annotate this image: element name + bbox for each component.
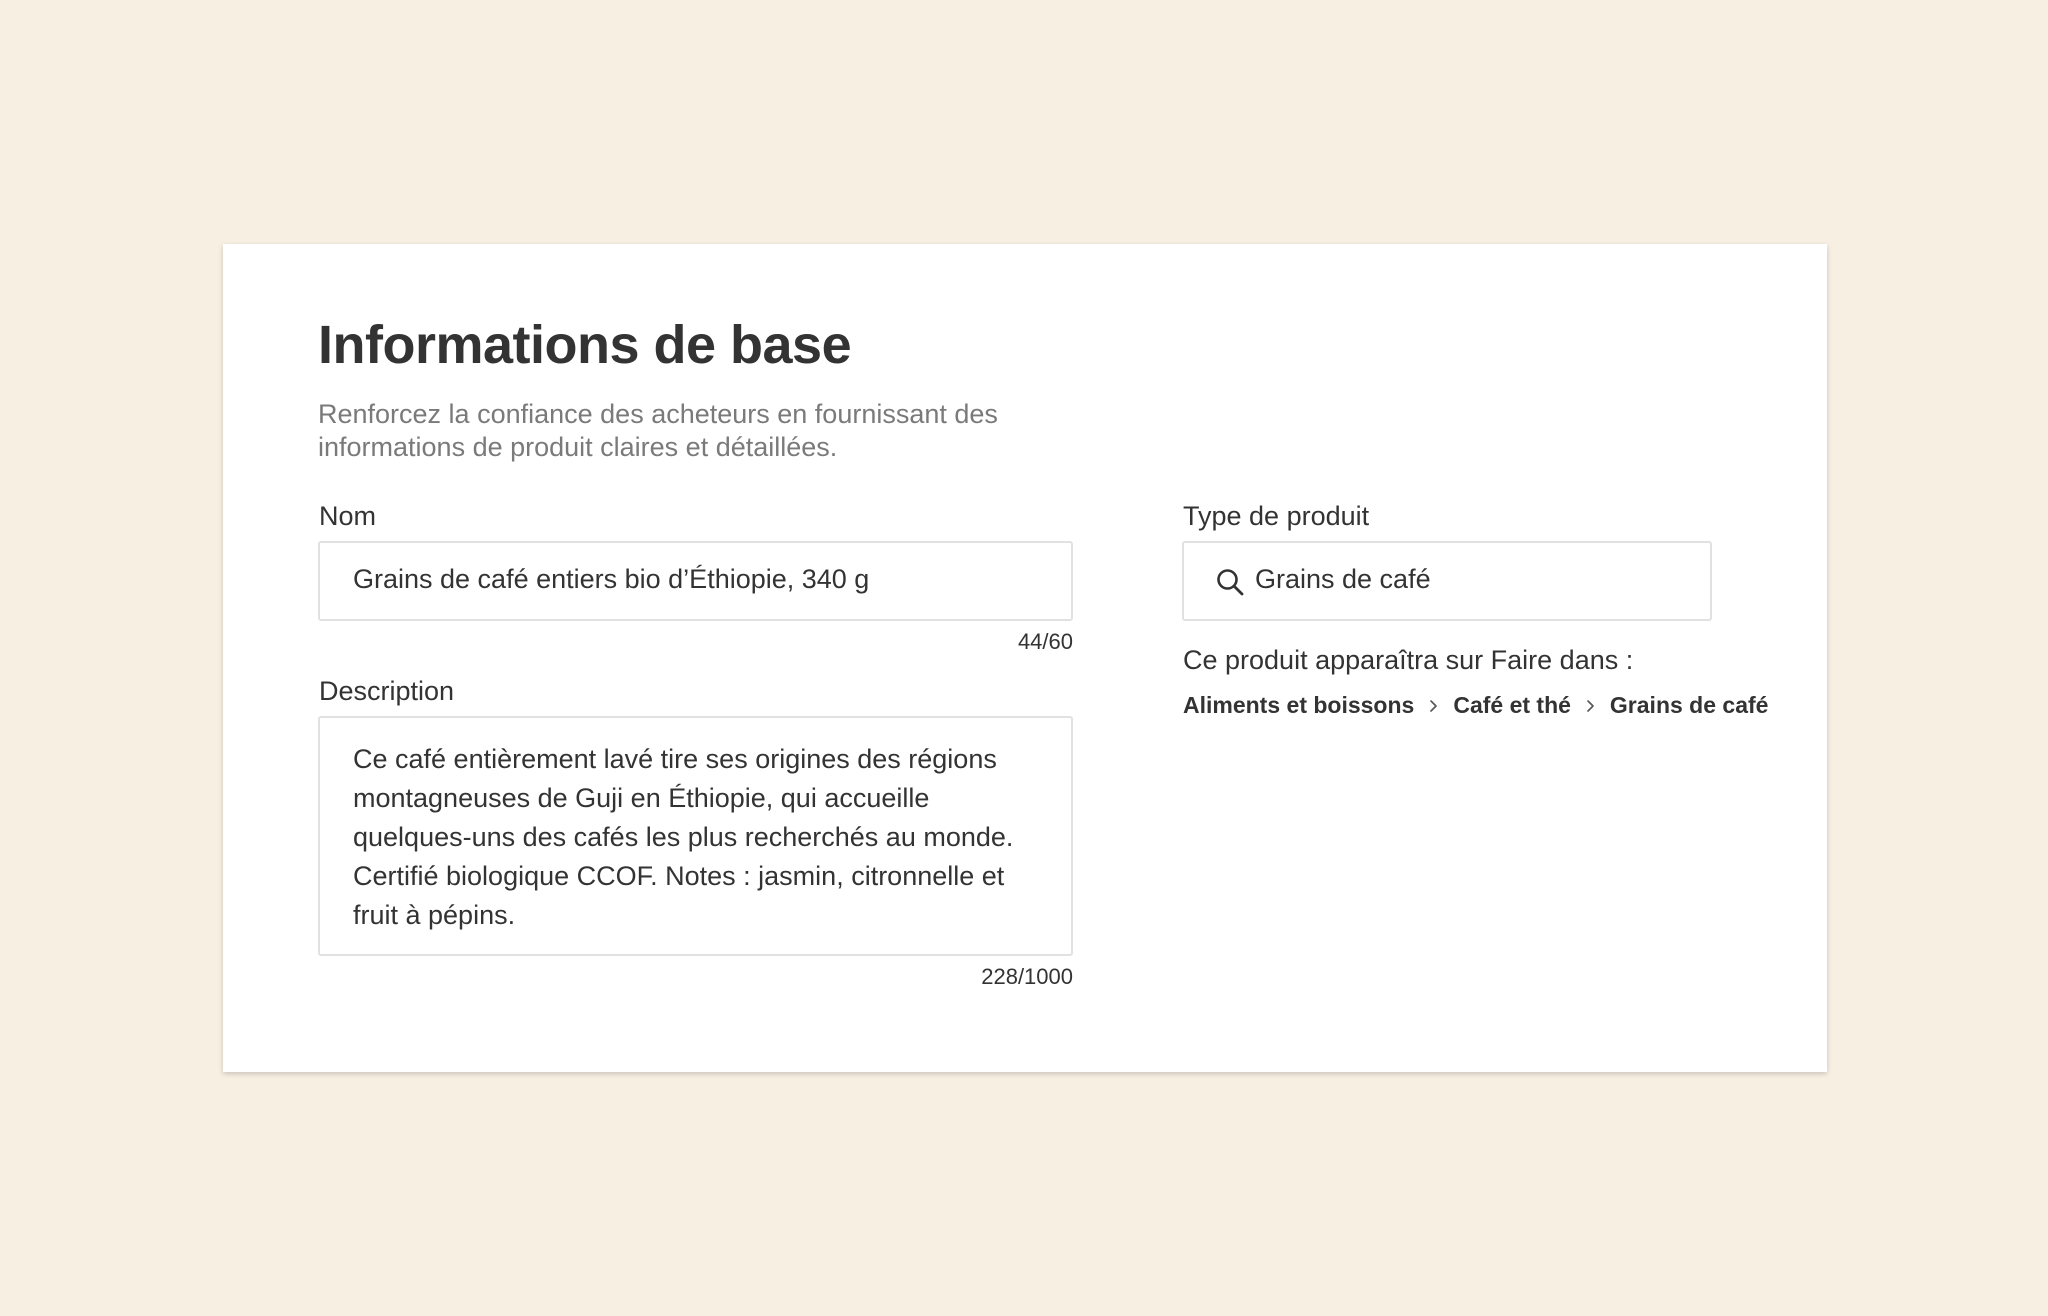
category-breadcrumb: Aliments et boissons Café et thé Grains … — [1183, 692, 1768, 719]
product-type-label: Type de produit — [1183, 501, 1370, 531]
description-char-counter: 228/1000 — [981, 964, 1073, 989]
name-label: Nom — [319, 501, 377, 531]
description-label: Description — [319, 676, 455, 706]
breadcrumb-item: Café et thé — [1453, 692, 1571, 718]
breadcrumb-item: Aliments et boissons — [1183, 692, 1415, 718]
name-input[interactable]: Grains de café entiers bio d’Éthiopie, 3… — [318, 541, 1073, 621]
product-type-search-input[interactable]: Grains de café — [1182, 541, 1712, 621]
breadcrumb-item: Grains de café — [1609, 692, 1769, 718]
product-type-value: Grains de café — [1255, 564, 1431, 594]
name-input-value: Grains de café entiers bio d’Éthiopie, 3… — [353, 564, 870, 594]
category-hint: Ce produit apparaîtra sur Faire dans : — [1183, 645, 1634, 675]
name-char-counter: 44/60 — [1017, 629, 1073, 654]
description-textarea[interactable]: Ce café entièrement lavé tire ses origin… — [318, 716, 1073, 956]
description-textarea-value: Ce café entièrement lavé tire ses origin… — [353, 744, 1014, 930]
search-icon — [1217, 569, 1244, 596]
chevron-right-icon — [1587, 699, 1594, 712]
chevron-right-icon — [1430, 699, 1438, 712]
section-subtitle: Renforcez la confiance des acheteurs en … — [318, 399, 998, 462]
basic-info-card: Informations de base Renforcez la confia… — [223, 244, 1827, 1072]
section-title: Informations de base — [318, 315, 852, 375]
